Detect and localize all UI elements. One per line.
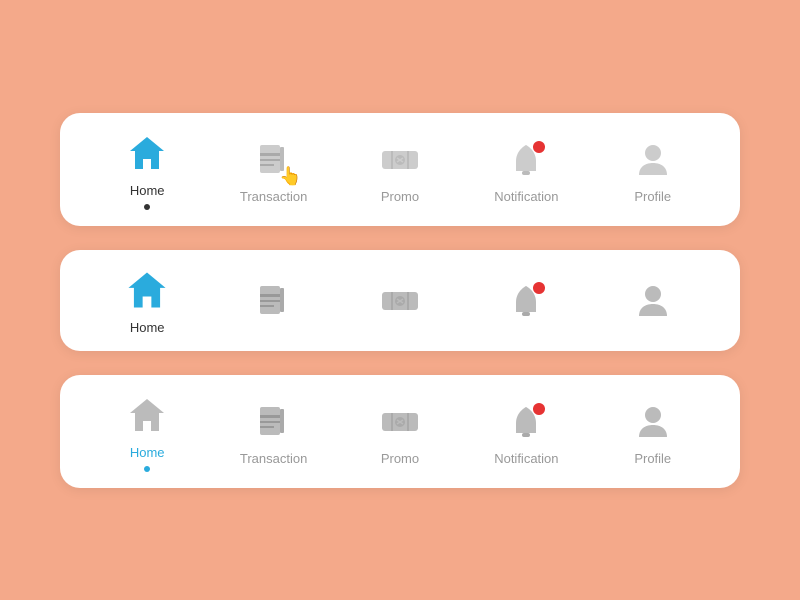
nav-item-profile-2[interactable] bbox=[613, 276, 693, 324]
navbar-1: Home 👆 Transaction Pro bbox=[60, 113, 740, 226]
transaction-label-1: Transaction bbox=[240, 189, 307, 204]
nav-item-profile-1[interactable]: Profile bbox=[613, 135, 693, 204]
nav-item-notification-3[interactable]: Notification bbox=[486, 397, 566, 466]
nav-item-home-1[interactable]: Home bbox=[107, 129, 187, 210]
promo-icon-wrap-3 bbox=[376, 397, 424, 445]
home-icon-wrap-1 bbox=[123, 129, 171, 177]
promo-icon-wrap-1 bbox=[376, 135, 424, 183]
transaction-icon-wrap-3 bbox=[250, 397, 298, 445]
profile-label-3: Profile bbox=[634, 451, 671, 466]
navbar-2: Home bbox=[60, 250, 740, 351]
nav-item-transaction-2[interactable] bbox=[234, 276, 314, 324]
profile-label-1: Profile bbox=[634, 189, 671, 204]
navbar-3: Home Transaction Promo bbox=[60, 375, 740, 488]
nav-item-transaction-3[interactable]: Transaction bbox=[234, 397, 314, 466]
nav-item-transaction-1[interactable]: 👆 Transaction bbox=[234, 135, 314, 204]
nav-item-home-3[interactable]: Home bbox=[107, 391, 187, 472]
notification-icon-wrap-3 bbox=[502, 397, 550, 445]
home-icon-wrap-2 bbox=[123, 266, 171, 314]
home-label-2: Home bbox=[130, 320, 165, 335]
profile-icon-wrap-2 bbox=[629, 276, 677, 324]
nav-item-promo-1[interactable]: Promo bbox=[360, 135, 440, 204]
home-label-1: Home bbox=[130, 183, 165, 198]
nav-item-promo-2[interactable] bbox=[360, 276, 440, 324]
nav-item-home-2[interactable]: Home bbox=[107, 266, 187, 335]
profile-icon-wrap-1 bbox=[629, 135, 677, 183]
promo-label-1: Promo bbox=[381, 189, 419, 204]
nav-item-profile-3[interactable]: Profile bbox=[613, 397, 693, 466]
notification-icon-wrap-2 bbox=[502, 276, 550, 324]
profile-icon-wrap-3 bbox=[629, 397, 677, 445]
home-dot-3 bbox=[144, 466, 150, 472]
transaction-icon-wrap-1: 👆 bbox=[250, 135, 298, 183]
notification-label-1: Notification bbox=[494, 189, 558, 204]
transaction-icon-wrap-2 bbox=[250, 276, 298, 324]
home-icon-wrap-3 bbox=[123, 391, 171, 439]
nav-item-promo-3[interactable]: Promo bbox=[360, 397, 440, 466]
nav-item-notification-1[interactable]: Notification bbox=[486, 135, 566, 204]
home-dot-1 bbox=[144, 204, 150, 210]
notification-icon-wrap-1 bbox=[502, 135, 550, 183]
notification-label-3: Notification bbox=[494, 451, 558, 466]
transaction-label-3: Transaction bbox=[240, 451, 307, 466]
home-label-3: Home bbox=[130, 445, 165, 460]
promo-icon-wrap-2 bbox=[376, 276, 424, 324]
promo-label-3: Promo bbox=[381, 451, 419, 466]
nav-item-notification-2[interactable] bbox=[486, 276, 566, 324]
